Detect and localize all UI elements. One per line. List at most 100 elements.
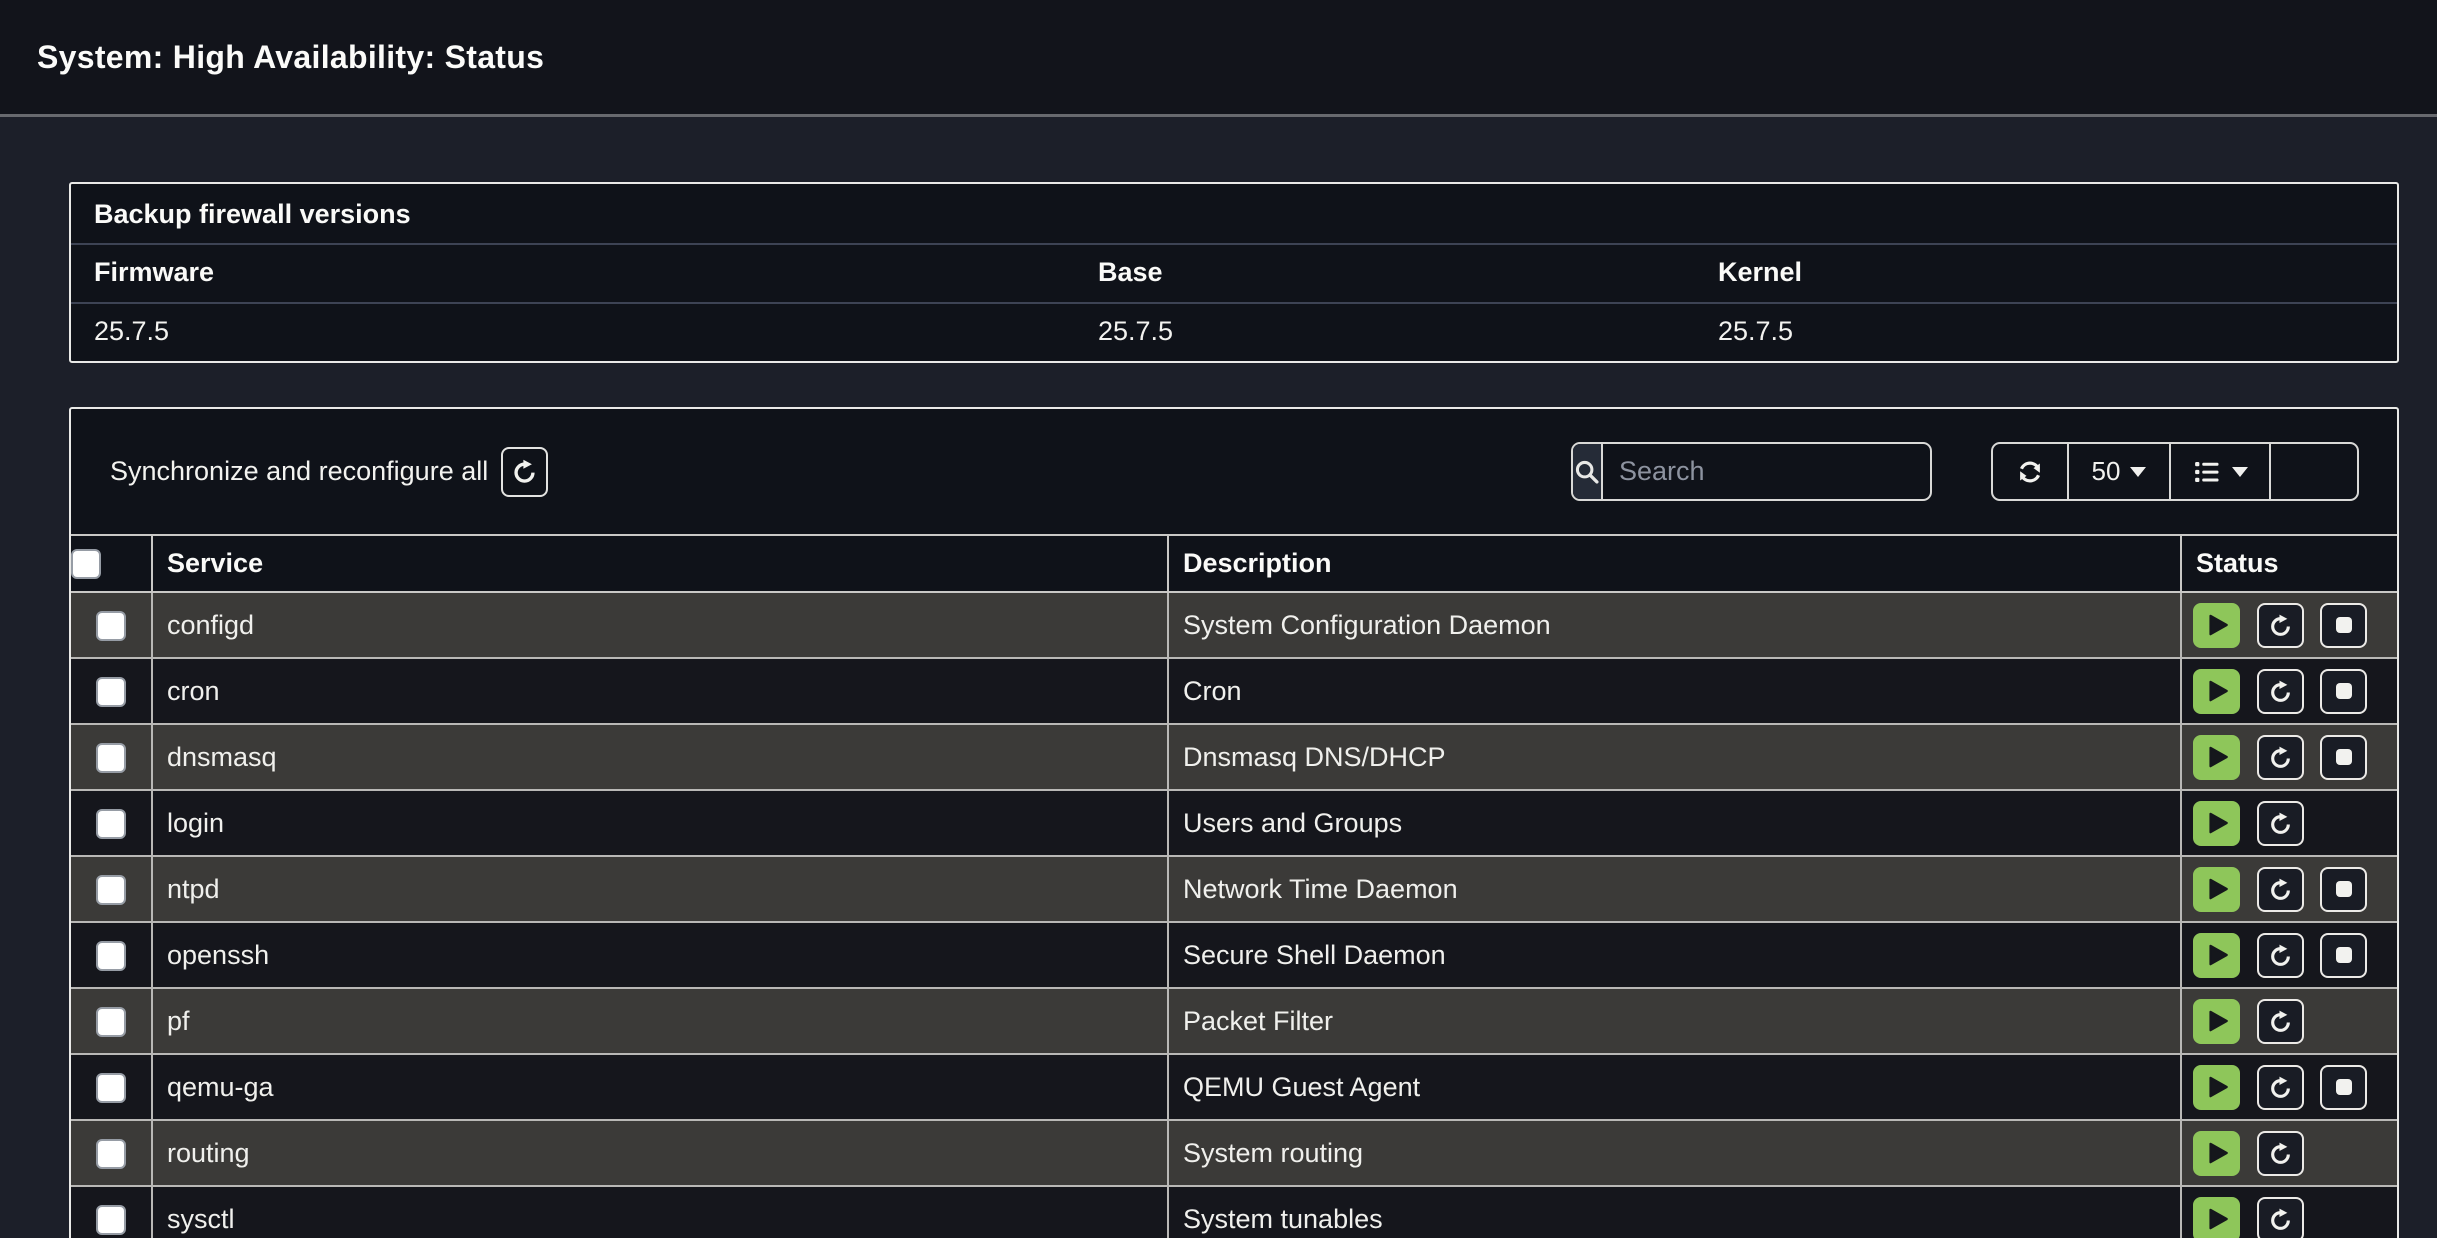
restart-icon: [2268, 1009, 2293, 1034]
start-service-button[interactable]: [2193, 669, 2240, 714]
restart-icon: [2268, 1207, 2293, 1232]
row-checkbox-cell: [71, 1120, 152, 1186]
list-columns-icon: [2192, 457, 2222, 487]
restart-service-button[interactable]: [2257, 735, 2304, 780]
stop-icon: [2332, 943, 2356, 967]
play-icon: [2204, 612, 2230, 638]
service-description: Dnsmasq DNS/DHCP: [1168, 724, 2181, 790]
versions-col-base: Base: [1075, 245, 1695, 302]
grid-controls-group: 50: [1991, 442, 2359, 501]
base-version: 25.7.5: [1075, 304, 1695, 361]
restart-icon: [2268, 877, 2293, 902]
start-service-button[interactable]: [2193, 1131, 2240, 1176]
restart-service-button[interactable]: [2257, 1065, 2304, 1110]
start-service-button[interactable]: [2193, 999, 2240, 1044]
restart-icon: [2268, 1141, 2293, 1166]
service-description: Packet Filter: [1168, 988, 2181, 1054]
service-actions: [2181, 856, 2397, 922]
service-description: Cron: [1168, 658, 2181, 724]
versions-header-row: Firmware Base Kernel: [71, 245, 2397, 304]
row-checkbox-cell: [71, 1054, 152, 1120]
restart-service-button[interactable]: [2257, 1131, 2304, 1176]
start-service-button[interactable]: [2193, 801, 2240, 846]
stop-icon: [2332, 877, 2356, 901]
play-icon: [2204, 744, 2230, 770]
stop-service-button[interactable]: [2320, 867, 2367, 912]
restart-service-button[interactable]: [2257, 999, 2304, 1044]
select-all-checkbox[interactable]: [71, 549, 101, 579]
play-icon: [2204, 810, 2230, 836]
row-checkbox[interactable]: [96, 809, 126, 839]
stop-service-button[interactable]: [2320, 603, 2367, 648]
row-checkbox[interactable]: [96, 1073, 126, 1103]
row-checkbox[interactable]: [96, 875, 126, 905]
play-icon: [2204, 876, 2230, 902]
play-icon: [2204, 1074, 2230, 1100]
search-group: [1571, 442, 1932, 501]
service-actions: [2181, 988, 2397, 1054]
table-row: configd System Configuration Daemon: [71, 592, 2397, 658]
row-checkbox[interactable]: [96, 611, 126, 641]
restart-service-button[interactable]: [2257, 669, 2304, 714]
stop-service-button[interactable]: [2320, 933, 2367, 978]
stop-icon: [2332, 745, 2356, 769]
stop-service-button[interactable]: [2320, 735, 2367, 780]
row-checkbox-cell: [71, 1186, 152, 1238]
row-checkbox-cell: [71, 856, 152, 922]
services-table: Service Description Status configd Syste…: [71, 534, 2397, 1238]
service-name: qemu-ga: [152, 1054, 1168, 1120]
refresh-icon: [2015, 457, 2045, 487]
versions-col-firmware: Firmware: [71, 245, 1075, 302]
service-name: openssh: [152, 922, 1168, 988]
service-name: ntpd: [152, 856, 1168, 922]
caret-down-icon: [2130, 467, 2146, 477]
restart-icon: [2268, 679, 2293, 704]
play-icon: [2204, 942, 2230, 968]
stop-service-button[interactable]: [2320, 1065, 2367, 1110]
start-service-button[interactable]: [2193, 933, 2240, 978]
page-size-dropdown[interactable]: 50: [2069, 444, 2171, 499]
start-service-button[interactable]: [2193, 1197, 2240, 1238]
row-checkbox[interactable]: [96, 941, 126, 971]
reconfigure-icon: [511, 458, 538, 485]
restart-service-button[interactable]: [2257, 867, 2304, 912]
row-checkbox[interactable]: [96, 1007, 126, 1037]
stop-service-button[interactable]: [2320, 669, 2367, 714]
row-checkbox[interactable]: [96, 677, 126, 707]
sync-all-button[interactable]: [501, 447, 548, 497]
services-toolbar: Synchronize and reconfigure all: [71, 409, 2397, 534]
restart-service-button[interactable]: [2257, 1197, 2304, 1238]
refresh-grid-button[interactable]: [1993, 444, 2069, 499]
restart-icon: [2268, 613, 2293, 638]
start-service-button[interactable]: [2193, 867, 2240, 912]
search-addon: [1573, 444, 1603, 499]
col-header-service: Service: [152, 535, 1168, 592]
restart-icon: [2268, 745, 2293, 770]
service-actions: [2181, 658, 2397, 724]
row-checkbox[interactable]: [96, 1139, 126, 1169]
page-size-value: 50: [2092, 456, 2121, 487]
start-service-button[interactable]: [2193, 1065, 2240, 1110]
service-name: login: [152, 790, 1168, 856]
table-row: ntpd Network Time Daemon: [71, 856, 2397, 922]
row-checkbox-cell: [71, 592, 152, 658]
grid-controls-spacer: [2271, 444, 2357, 499]
restart-service-button[interactable]: [2257, 603, 2304, 648]
restart-service-button[interactable]: [2257, 801, 2304, 846]
service-description: System routing: [1168, 1120, 2181, 1186]
start-service-button[interactable]: [2193, 603, 2240, 648]
services-table-body: configd System Configuration Daemon: [71, 592, 2397, 1238]
service-description: System tunables: [1168, 1186, 2181, 1238]
service-name: cron: [152, 658, 1168, 724]
col-header-description: Description: [1168, 535, 2181, 592]
search-input[interactable]: [1603, 444, 1932, 499]
start-service-button[interactable]: [2193, 735, 2240, 780]
service-actions: [2181, 724, 2397, 790]
row-checkbox-cell: [71, 658, 152, 724]
row-checkbox[interactable]: [96, 1205, 126, 1235]
column-selection-dropdown[interactable]: [2171, 444, 2271, 499]
row-checkbox[interactable]: [96, 743, 126, 773]
restart-service-button[interactable]: [2257, 933, 2304, 978]
col-header-status: Status: [2181, 535, 2397, 592]
service-description: Users and Groups: [1168, 790, 2181, 856]
